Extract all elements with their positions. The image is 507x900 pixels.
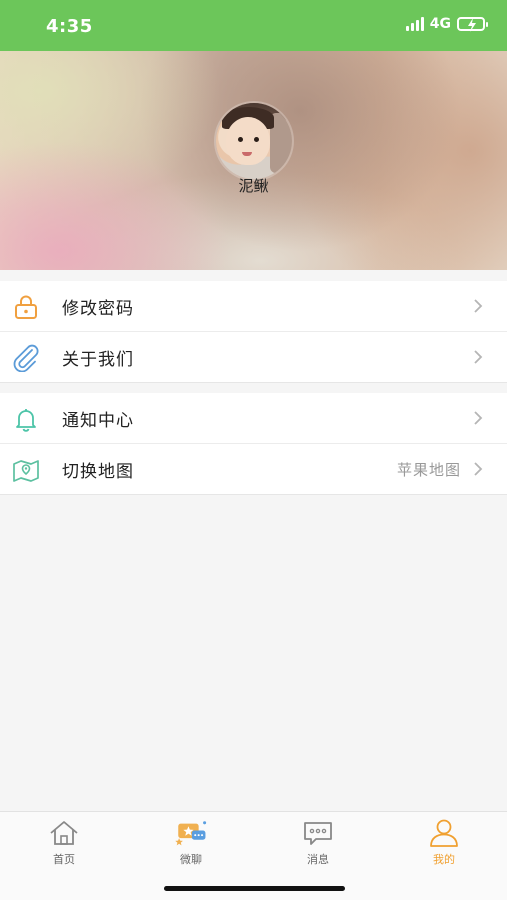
lock-icon [12,293,40,321]
status-indicators: 4G [405,16,488,32]
settings-group-general: 通知中心 切换地图 苹果地图 [0,393,507,495]
message-icon [301,818,335,848]
about-us-label: 关于我们 [62,349,134,370]
tab-home[interactable]: 首页 [34,818,94,870]
person-icon [427,818,461,848]
tab-chat-label: 微聊 [180,853,202,866]
battery-icon [457,17,488,32]
chevron-right-icon [474,462,483,476]
network-type: 4G [429,16,451,32]
tab-mine[interactable]: 我的 [414,818,474,870]
home-icon [47,818,81,848]
map-icon [12,456,40,484]
tab-home-label: 首页 [53,853,75,866]
signal-icon [405,17,424,31]
switch-map-label: 切换地图 [62,461,134,482]
avatar[interactable] [216,103,292,179]
tab-chat[interactable]: 微聊 [161,818,221,870]
notification-center-row[interactable]: 通知中心 [0,393,507,444]
profile-name: 泥鳅 [238,177,269,195]
status-time: 4:35 [46,16,93,37]
profile-header: 泥鳅 [0,51,507,270]
about-us-row[interactable]: 关于我们 [0,332,507,383]
tab-messages-label: 消息 [307,853,329,866]
change-password-row[interactable]: 修改密码 [0,281,507,332]
chat-star-icon [174,818,208,848]
status-bar: 4:35 4G [0,0,507,51]
home-indicator [164,886,345,891]
switch-map-row[interactable]: 切换地图 苹果地图 [0,444,507,495]
current-map-value: 苹果地图 [396,460,461,479]
chevron-right-icon [474,350,483,364]
chevron-right-icon [474,411,483,425]
change-password-label: 修改密码 [62,298,134,319]
chevron-right-icon [474,299,483,313]
tab-messages[interactable]: 消息 [288,818,348,870]
paperclip-icon [12,344,40,372]
tab-mine-label: 我的 [433,853,455,866]
settings-group-account: 修改密码 关于我们 [0,281,507,383]
bell-icon [12,405,40,433]
notification-center-label: 通知中心 [62,410,134,431]
